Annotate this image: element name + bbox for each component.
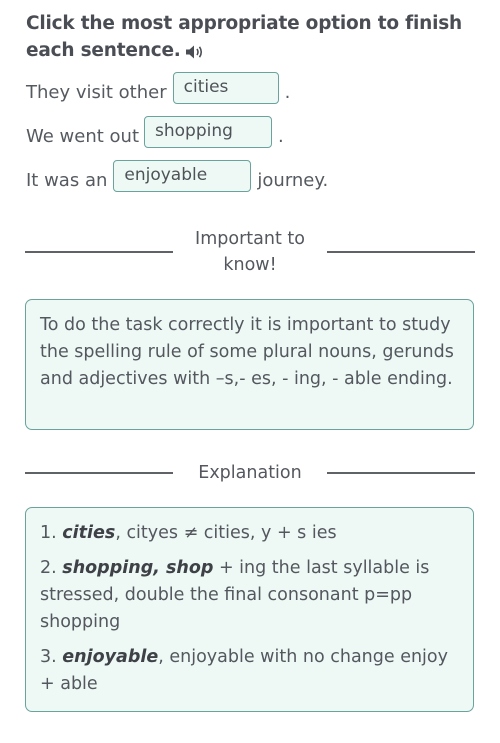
explanation-box: 1. cities, cityes ≠ cities, y + s ies 2.… [25,507,474,712]
item-text: , cityes ≠ cities, y + s ies [115,523,337,543]
item-number: 1. [40,523,57,543]
explanation-item-2: 2. shopping, shop + ing the last syllabl… [40,555,459,636]
important-heading: Important to know! [195,229,305,275]
divider-line-right [327,472,475,474]
explanation-heading: Explanation [198,463,302,483]
sentence-1: They visit other cities . [26,72,291,108]
item-keyword: shopping, shop [62,558,214,578]
speaker-icon[interactable] [184,42,206,60]
divider-line-left [25,472,173,474]
important-text: To do the task correctly it is important… [40,315,454,389]
important-box: To do the task correctly it is important… [25,299,474,430]
divider-line-right [327,251,475,253]
task-instruction: Click the most appropriate option to fin… [26,10,466,64]
divider-line-left [25,251,173,253]
item-keyword: cities [62,523,116,543]
explanation-item-1: 1. cities, cityes ≠ cities, y + s ies [40,520,459,547]
answer-slot-2[interactable]: shopping [144,116,273,148]
sentence-2-after: . [278,125,284,147]
important-divider: Important to know! [25,226,475,278]
sentence-2-before: We went out [26,125,140,147]
answer-slot-1[interactable]: cities [172,72,279,104]
instruction-text: Click the most appropriate option to fin… [26,13,463,61]
sentence-2: We went out shopping . [26,116,284,152]
explanation-divider: Explanation [25,460,475,486]
sentence-1-before: They visit other [26,81,167,103]
sentence-3-before: It was an [26,169,108,191]
item-keyword: enjoyable [62,647,159,667]
sentence-3-after: journey. [257,169,329,191]
sentence-1-after: . [284,81,291,103]
item-number: 3. [40,647,57,667]
explanation-item-3: 3. enjoyable, enjoyable with no change e… [40,644,459,698]
sentence-3: It was an enjoyable journey. [26,160,329,196]
answer-slot-3[interactable]: enjoyable [113,160,252,192]
item-number: 2. [40,558,57,578]
